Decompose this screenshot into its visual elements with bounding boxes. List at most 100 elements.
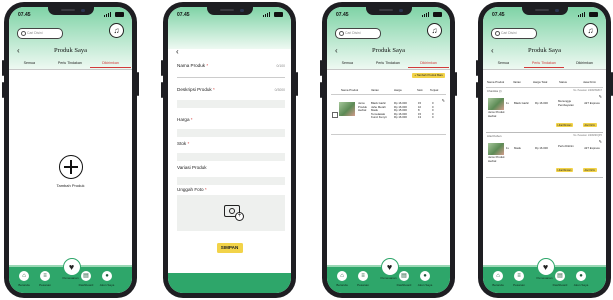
col-harga: Harga [394, 88, 402, 92]
order-product-name: Jamu Produk Herbal [488, 155, 505, 163]
edit-icon[interactable]: ✎ [442, 98, 445, 103]
page-title: Produk Saya [53, 47, 88, 54]
phone-add-product-form: 07.45 ‹ Nama Produk * 0/100 Deskripsi Pr… [161, 2, 298, 298]
view-detail-button[interactable]: Lihat Rincian [556, 123, 573, 127]
phone-orders: 07.45 Cari Disini ♫ ‹ Produk Saya Semua … [476, 2, 613, 298]
heart-icon[interactable]: ♥ [380, 258, 399, 276]
arrange-shipping-button[interactable]: Atur Kirim [583, 123, 597, 127]
phone-empty-products: 07.45 Cari Disini ♫ ‹ Produk Saya Semua … [2, 2, 139, 298]
order-price: Rp 16.000 [535, 146, 548, 150]
product-name-field[interactable] [177, 77, 285, 78]
bottom-bar [168, 273, 291, 293]
add-product-label[interactable]: Tambah Produk [9, 183, 132, 188]
nav-label-pesanan: Pesanan [357, 283, 369, 287]
nav-label-akun: Akun Saya [99, 283, 115, 287]
heart-icon[interactable]: ♥ [62, 258, 81, 276]
order-product-name: Jamu Produk Herbal [488, 110, 505, 118]
order-variant: Black Garlic [514, 101, 529, 105]
camera-add-icon [224, 205, 244, 221]
arrange-shipping-button[interactable]: Atur Kirim [583, 168, 597, 172]
tab-perlu-tindakan[interactable]: Perlu Tindakan [50, 61, 91, 65]
dashboard-icon[interactable]: ▤ [81, 271, 91, 281]
nav-label-akun: Akun Saya [417, 283, 433, 287]
variant-label: Variasi Produk [177, 165, 207, 170]
bottom-nav: ⌂ Beranda ≡ Pesanan ♥ Pemesanan ▤ Dashboard … [483, 258, 606, 293]
nav-label-akun: Akun Saya [573, 283, 589, 287]
search-placeholder: Cari Disini [27, 31, 43, 36]
tab-perlu-tindakan[interactable]: Perlu Tindakan [523, 61, 565, 68]
price-list: Rp 16.000 Rp 16.000 Rp 15.000 Rp 16.000 Rp 1… [394, 101, 407, 120]
profile-icon[interactable]: ● [102, 271, 112, 281]
bell-icon[interactable]: ♫ [427, 23, 442, 38]
tab-bar: Semua Perlu Tindakan Dikirimkan [483, 59, 606, 70]
heart-icon[interactable]: ♥ [536, 258, 555, 276]
orders-icon[interactable]: ≡ [514, 271, 524, 281]
tab-dikirimkan[interactable]: Dikirimkan [90, 61, 131, 68]
tab-semua[interactable]: Semua [9, 61, 50, 65]
row-checkbox[interactable] [332, 112, 338, 118]
nav-label-dashboard: Dashboard [552, 283, 568, 287]
stock-list: 15 10 8 15 13 [418, 101, 422, 120]
search-icon [339, 31, 344, 36]
variant-list: Black Garlic Jahe Merah Madu Temulawak Kunci… [371, 101, 387, 120]
view-detail-button[interactable]: Lihat Rincian [556, 168, 573, 172]
orders-icon[interactable]: ≡ [358, 271, 368, 281]
order-card[interactable]: Ariel Kohen No. Pesanan: 240329KQPX 1x M… [486, 134, 603, 178]
col-varian: Varian [371, 88, 379, 92]
orders-table-header: Nama Produk Varian Harga Total Status Ja… [486, 79, 603, 88]
search-input[interactable]: Cari Disini [335, 28, 381, 39]
col-nama-produk: Nama Produk [341, 88, 359, 92]
order-qty: 1x [506, 146, 509, 150]
product-image [488, 98, 504, 110]
photo-upload-box[interactable] [177, 195, 285, 231]
page-title: Produk Saya [527, 47, 562, 54]
nav-label-beranda: Beranda [492, 283, 504, 287]
description-field[interactable] [177, 100, 285, 108]
stock-field[interactable] [177, 153, 285, 161]
home-icon[interactable]: ⌂ [19, 271, 29, 281]
search-placeholder: Cari Disini [345, 31, 361, 36]
nav-label-pemesanan: Pemesanan [380, 276, 397, 280]
tab-semua[interactable]: Semua [483, 61, 524, 65]
product-image [339, 102, 355, 116]
dashboard-icon[interactable]: ▤ [555, 271, 565, 281]
order-card[interactable]: Chantika (r) No. Pesanan: 240329W8C7 1x … [486, 89, 603, 133]
search-icon [495, 31, 500, 36]
price-field[interactable] [177, 129, 285, 137]
search-input[interactable]: Cari Disini [17, 28, 63, 39]
profile-icon[interactable]: ● [576, 271, 586, 281]
order-status: Perlu Dikirim [558, 144, 574, 148]
signal-icon [263, 12, 271, 17]
bell-icon[interactable]: ♫ [583, 23, 598, 38]
col-stok: Stok [417, 88, 423, 92]
tab-dikirimkan[interactable]: Dikirimkan [564, 61, 605, 65]
table-row[interactable]: Jamu Produk Herbal Black Garlic Jahe Mera… [331, 98, 446, 135]
description-label: Deskripsi Produk * [177, 87, 215, 92]
profile-icon[interactable]: ● [420, 271, 430, 281]
tab-perlu-tindakan[interactable]: Perlu Tindakan [368, 61, 409, 65]
col-nama-produk: Nama Produk [487, 80, 505, 84]
order-status: Menunggu Pembayaran [558, 99, 574, 107]
home-icon[interactable]: ⌂ [337, 271, 347, 281]
nav-label-pesanan: Pesanan [39, 283, 51, 287]
nav-label-pemesanan: Pemesanan [536, 276, 553, 280]
add-product-icon[interactable] [58, 155, 83, 179]
add-new-product-button[interactable]: + Tambah Produk Baru [412, 73, 445, 78]
sold-list: 00000 [432, 101, 434, 120]
description-count: 0/3000 [274, 88, 285, 92]
home-icon[interactable]: ⌂ [493, 271, 503, 281]
bottom-nav: ⌂ Beranda ≡ Pesanan ♥ Pemesanan ▤ Dashboard … [327, 258, 450, 293]
back-arrow-icon[interactable]: ‹ [176, 47, 179, 56]
tab-semua[interactable]: Semua [327, 61, 368, 65]
edit-icon[interactable]: ✎ [599, 139, 602, 144]
dashboard-icon[interactable]: ▤ [399, 271, 409, 281]
tab-dikirimkan[interactable]: Dikirimkan [408, 61, 449, 68]
variant-field[interactable] [177, 177, 285, 185]
tab-bar: Semua Perlu Tindakan Dikirimkan [9, 59, 132, 70]
orders-icon[interactable]: ≡ [40, 271, 50, 281]
save-button[interactable]: SIMPAN [216, 243, 243, 253]
bell-icon[interactable]: ♫ [109, 23, 124, 38]
search-input[interactable]: Cari Disini [491, 28, 537, 39]
edit-icon[interactable]: ✎ [599, 94, 602, 99]
nav-label-pemesanan: Pemesanan [62, 276, 79, 280]
